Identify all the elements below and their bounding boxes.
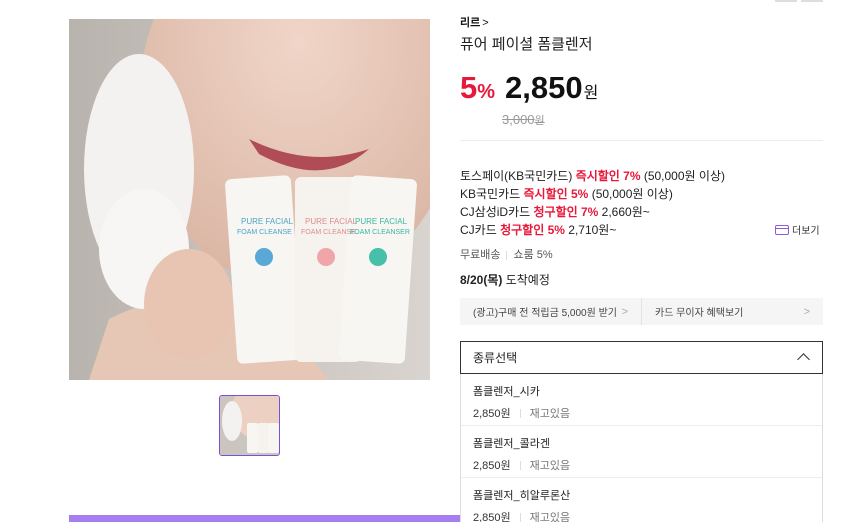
option-price: 2,850원 [473,408,511,420]
benefit-line: 토스페이(KB국민카드) 즉시할인 7% (50,000원 이상) [460,169,725,183]
more-label: 더보기 [792,226,820,237]
option-stock: 재고있음 [529,408,571,420]
product-title: 퓨어 페이셜 폼클렌저 [460,36,593,53]
chevron-right-icon: > [803,305,810,318]
brand-link[interactable]: 리르 > [460,14,489,30]
divider [460,140,823,141]
points-label: 쇼룸 5% [513,249,553,261]
option-list: 폼클렌저_시카 2,850원 재고있음 폼클렌저_콜라겐 2,850원 재고있음 폼… [460,374,823,522]
option-item[interactable]: 폼클렌저_콜라겐 2,850원 재고있음 [461,426,822,478]
arrival-info: 8/20(목) 도착예정 [460,273,550,287]
top-button[interactable] [775,0,797,2]
promo-bar: (광고)구매 전 적립금 5,000원 받기 > 카드 무이자 혜택보기 > [460,298,823,325]
benefits-more-button[interactable]: 더보기 [775,222,820,237]
chevron-right-icon: > [621,305,628,318]
benefit-line: CJ카드 청구할인 5% 2,710원~ [460,223,617,237]
chevron-up-icon [797,353,810,366]
promo-points-link[interactable]: (광고)구매 전 적립금 5,000원 받기 > [460,298,641,325]
shipping-info: 무료배송 쇼룸 5% [460,246,553,262]
svg-text:PURE FACIAL: PURE FACIAL [355,217,408,226]
option-name: 폼클렌저_콜라겐 [473,438,550,450]
option-stock: 재고있음 [529,460,571,472]
svg-text:FOAM CLEANSE: FOAM CLEANSE [237,229,292,236]
chevron-right-icon: > [482,17,489,29]
option-stock: 재고있음 [529,512,571,522]
select-label: 종류선택 [473,351,518,365]
svg-text:PURE FACIAL: PURE FACIAL [305,217,358,226]
price-row: 5% 2,850원 [460,70,598,106]
option-select[interactable]: 종류선택 [460,341,823,374]
option-item[interactable]: 폼클렌저_히알루론산 2,850원 재고있음 [461,478,822,522]
option-item[interactable]: 폼클렌저_시카 2,850원 재고있음 [461,374,822,426]
benefit-line: CJ삼성iD카드 청구할인 7% 2,660원~ [460,205,650,219]
original-price: 3,000원 [502,112,545,127]
discount-rate: 5% [460,70,496,105]
option-name: 폼클렌저_시카 [473,386,540,398]
product-thumbnail[interactable] [219,395,280,456]
svg-text:FOAM CLEANSER: FOAM CLEANSER [350,229,410,236]
sale-price: 2,850원 [505,70,599,105]
product-main-image: PURE FACIAL FOAM CLEANSE PURE FACIAL FOA… [69,19,430,380]
svg-text:PURE FACIAL: PURE FACIAL [241,217,294,226]
option-name: 폼클렌저_히알루론산 [473,490,571,502]
brand-name[interactable]: 리르 [460,17,480,29]
card-icon [775,224,789,235]
option-price: 2,850원 [473,512,511,522]
promo-card-link[interactable]: 카드 무이자 혜택보기 > [641,298,823,325]
benefit-line: KB국민카드 즉시할인 5% (50,000원 이상) [460,187,673,201]
top-button[interactable] [801,0,823,2]
svg-text:FOAM CLEANSE: FOAM CLEANSE [301,229,356,236]
free-shipping-label: 무료배송 [460,249,501,261]
option-price: 2,850원 [473,460,511,472]
purple-banner [69,515,461,522]
